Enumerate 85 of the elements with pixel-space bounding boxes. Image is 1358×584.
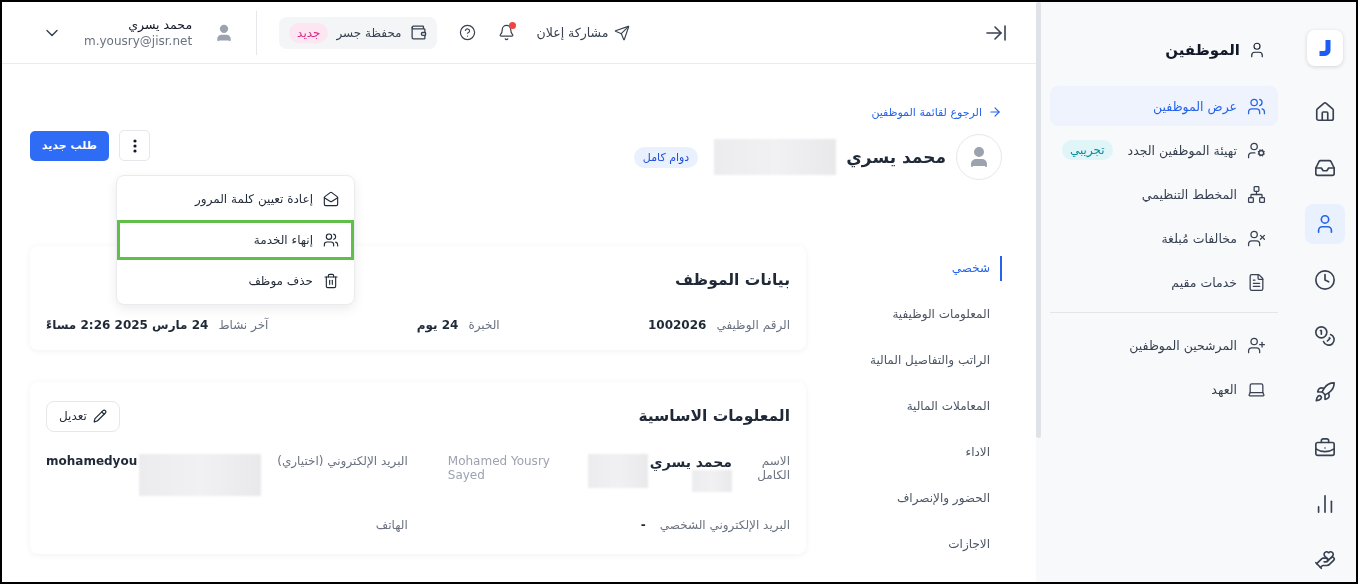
arrow-right-icon: [988, 105, 1002, 119]
sidebar-item[interactable]: المخطط التنظيمي: [1050, 174, 1278, 214]
section-tab[interactable]: الاجازات: [948, 532, 1002, 557]
section-tab[interactable]: الحضور والإنصراف: [896, 486, 1002, 511]
field-value: 24 يوم: [416, 318, 459, 332]
wallet-button[interactable]: محفظة جسر جديد: [279, 16, 437, 49]
section-tab[interactable]: الاداء: [965, 440, 1002, 465]
menu-item-label: إعادة تعيين كلمة المرور: [195, 192, 313, 206]
rail-button[interactable]: [1305, 204, 1345, 244]
help-button[interactable]: [458, 24, 476, 41]
field-value: 24 مارس 2025 2:26 مساءً: [46, 318, 209, 332]
logo-icon: [1319, 40, 1331, 56]
more-icon: [132, 138, 137, 153]
menu-item[interactable]: حذف موظف: [117, 261, 354, 301]
users-icon: [1247, 96, 1266, 116]
field-label: البريد الإلكتروني (اختياري): [277, 454, 408, 468]
inbox-icon: [1314, 157, 1336, 179]
new-request-button[interactable]: طلب جديد: [30, 130, 110, 161]
sidebar-item-label: تهيئة الموظفين الجدد: [1127, 142, 1237, 158]
more-options-button[interactable]: [119, 130, 151, 161]
help-icon: [458, 24, 476, 41]
employment-type-badge: دوام كامل: [633, 146, 699, 168]
section-tab[interactable]: المعلومات الوظيفية: [892, 302, 1002, 327]
sidebar-item-label: مخالفات مُبلغة: [1161, 230, 1237, 246]
briefcase-icon: [1314, 437, 1336, 459]
card-title: المعلومات الاساسية: [638, 407, 790, 425]
menu-item[interactable]: إعادة تعيين كلمة المرور: [117, 179, 354, 219]
user-plus-icon: [1247, 335, 1266, 355]
back-link[interactable]: الرجوع لقائمة الموظفين: [871, 100, 1002, 124]
user-email: m.yousry@jisr.net: [84, 34, 193, 48]
sidebar-title: الموظفين: [1165, 41, 1240, 59]
field-label: الاسم الكامل: [756, 454, 790, 482]
sidebar-item-label: المخطط التنظيمي: [1141, 186, 1237, 202]
send-icon: [614, 24, 631, 41]
field-value: -: [640, 518, 646, 532]
field-value: محمد يسري: [649, 454, 732, 470]
envelope-icon: [323, 191, 339, 207]
field-value: 1002026: [647, 318, 707, 332]
menu-item[interactable]: إنهاء الخدمة: [117, 220, 354, 260]
user-icon: [1248, 41, 1266, 59]
field-label: آخر نشاط: [218, 318, 269, 332]
notification-dot: [508, 22, 516, 29]
bell-icon: [497, 24, 515, 41]
sidebar-item[interactable]: المرشحين الموظفين: [1050, 325, 1278, 365]
sidebar-item-label: المرشحين الموظفين: [1129, 337, 1237, 353]
section-tab[interactable]: الراتب والتفاصيل المالية: [869, 348, 1002, 373]
document-icon: [1247, 272, 1266, 292]
pencil-icon: [92, 409, 107, 423]
menu-item-label: حذف موظف: [248, 274, 313, 288]
edit-button[interactable]: تعديل: [46, 400, 120, 432]
sidebar-item[interactable]: تهيئة الموظفين الجدد تجريبي: [1050, 130, 1278, 170]
field-value: mohamedyou: [46, 454, 138, 468]
hierarchy-icon: [1247, 184, 1266, 204]
sidebar-item-label: عرض الموظفين: [1153, 98, 1237, 114]
share-announcement-button[interactable]: مشاركة إعلان: [536, 24, 631, 41]
sidebar-item[interactable]: عرض الموظفين: [1050, 86, 1278, 126]
sidebar-item[interactable]: خدمات مقيم: [1050, 262, 1278, 302]
section-tab[interactable]: المعاملات المالية: [906, 394, 1002, 419]
users-icon: [323, 232, 339, 248]
user-gear-icon: [1247, 140, 1266, 160]
coins-icon: [1314, 325, 1336, 347]
trash-icon: [323, 273, 339, 289]
card-title: بيانات الموظف: [675, 271, 790, 289]
user-x-icon: [1247, 228, 1266, 248]
new-badge: جديد: [289, 22, 329, 43]
home-icon: [1314, 101, 1336, 123]
field-label: البريد الإلكتروني الشخصي: [659, 518, 790, 532]
clock-icon: [1314, 269, 1336, 291]
sidebar-item[interactable]: مخالفات مُبلغة: [1050, 218, 1278, 258]
user-name: محمد يسري: [128, 17, 193, 32]
menu-item-label: إنهاء الخدمة: [253, 233, 313, 247]
sidebar-item-label: خدمات مقيم: [1171, 274, 1237, 290]
notifications-button[interactable]: [497, 24, 515, 41]
section-tab[interactable]: شخصي: [951, 256, 1002, 281]
field-secondary-value: Mohamed Yousry Sayed: [447, 454, 551, 482]
rocket-icon: [1314, 381, 1336, 403]
wallet-icon: [409, 24, 427, 41]
trial-badge: تجريبي: [1062, 140, 1113, 160]
employee-name: محمد يسري: [846, 147, 946, 167]
hand-heart-icon: [1314, 549, 1336, 571]
sidebar-item[interactable]: العهد: [1050, 369, 1278, 409]
field-label: الرقم الوظيفي: [716, 318, 790, 332]
sidebar-item-label: العهد: [1211, 381, 1237, 397]
field-label: الهاتف: [375, 518, 408, 532]
field-label: الخبرة: [468, 318, 500, 332]
